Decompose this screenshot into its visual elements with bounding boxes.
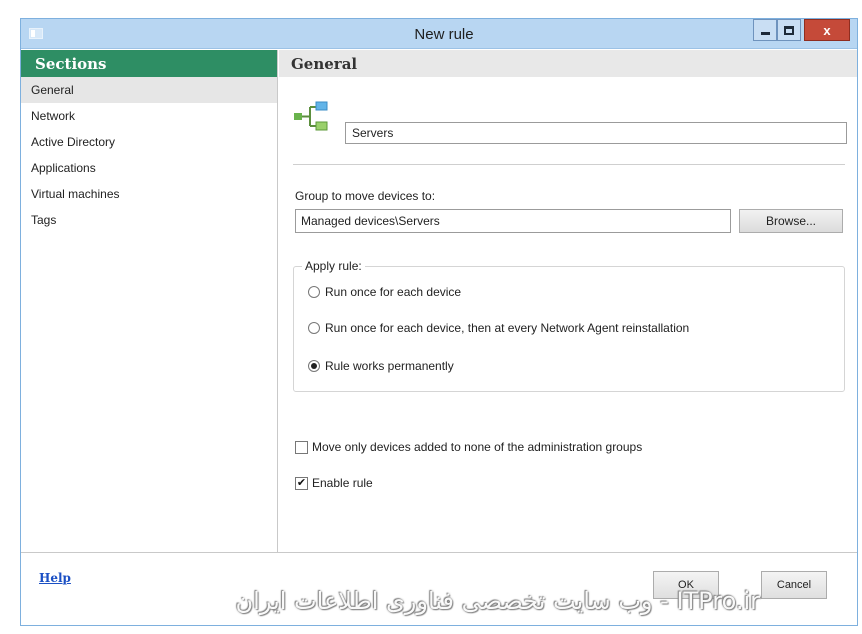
- sidebar-item-general[interactable]: General: [21, 77, 277, 103]
- close-button[interactable]: x: [804, 19, 850, 41]
- enable-rule-checkbox[interactable]: ✔: [295, 476, 308, 490]
- section-title: General: [279, 50, 857, 77]
- option-run-once-reinstall-label: Run once for each device, then at every …: [325, 321, 690, 335]
- option-run-once[interactable]: Run once for each device: [308, 285, 461, 299]
- maximize-button[interactable]: [777, 19, 801, 41]
- option-run-once-reinstall[interactable]: Run once for each device, then at every …: [308, 321, 689, 335]
- apply-rule-legend: Apply rule:: [302, 259, 365, 273]
- watermark-text: ITPro.ir - وب سایت تخصصی فناوری اطلاعات …: [235, 587, 760, 615]
- divider: [293, 164, 845, 165]
- option-run-once-label: Run once for each device: [325, 285, 462, 299]
- group-path-input[interactable]: [295, 209, 731, 233]
- general-section: General Group to move devices to: Browse…: [279, 50, 857, 552]
- radio-run-once-reinstall[interactable]: [308, 322, 320, 334]
- sidebar-item-active-directory[interactable]: Active Directory: [21, 129, 277, 155]
- help-link[interactable]: Help: [39, 571, 71, 585]
- sections-header: Sections: [21, 50, 277, 77]
- new-rule-dialog: New rule x Sections General Network Acti…: [20, 18, 858, 626]
- window-title: New rule: [414, 26, 474, 43]
- option-permanent-label: Rule works permanently: [325, 359, 454, 373]
- move-only-checkbox[interactable]: [295, 440, 308, 454]
- sections-sidebar: Sections General Network Active Director…: [21, 50, 278, 552]
- rule-name-input[interactable]: [345, 122, 847, 144]
- move-only-label: Move only devices added to none of the a…: [312, 440, 643, 454]
- enable-rule-label: Enable rule: [312, 476, 373, 490]
- enable-rule-option[interactable]: ✔ Enable rule: [295, 476, 373, 490]
- group-label: Group to move devices to:: [295, 189, 436, 203]
- minimize-icon: [760, 31, 770, 35]
- move-only-option[interactable]: Move only devices added to none of the a…: [295, 440, 642, 454]
- browse-button[interactable]: Browse...: [739, 209, 843, 233]
- group-hierarchy-icon: [294, 101, 328, 131]
- sidebar-item-virtual-machines[interactable]: Virtual machines: [21, 181, 277, 207]
- minimize-button[interactable]: [753, 19, 777, 41]
- sidebar-item-network[interactable]: Network: [21, 103, 277, 129]
- sidebar-item-tags[interactable]: Tags: [21, 207, 277, 233]
- close-icon: x: [823, 22, 831, 38]
- option-permanent[interactable]: Rule works permanently: [308, 359, 454, 373]
- maximize-icon: [784, 25, 794, 35]
- sidebar-item-applications[interactable]: Applications: [21, 155, 277, 181]
- radio-permanent[interactable]: [308, 360, 320, 372]
- cancel-button[interactable]: Cancel: [761, 571, 827, 599]
- apply-rule-group: Apply rule: Run once for each device Run…: [293, 259, 845, 392]
- title-bar[interactable]: New rule x: [21, 19, 857, 49]
- radio-run-once[interactable]: [308, 286, 320, 298]
